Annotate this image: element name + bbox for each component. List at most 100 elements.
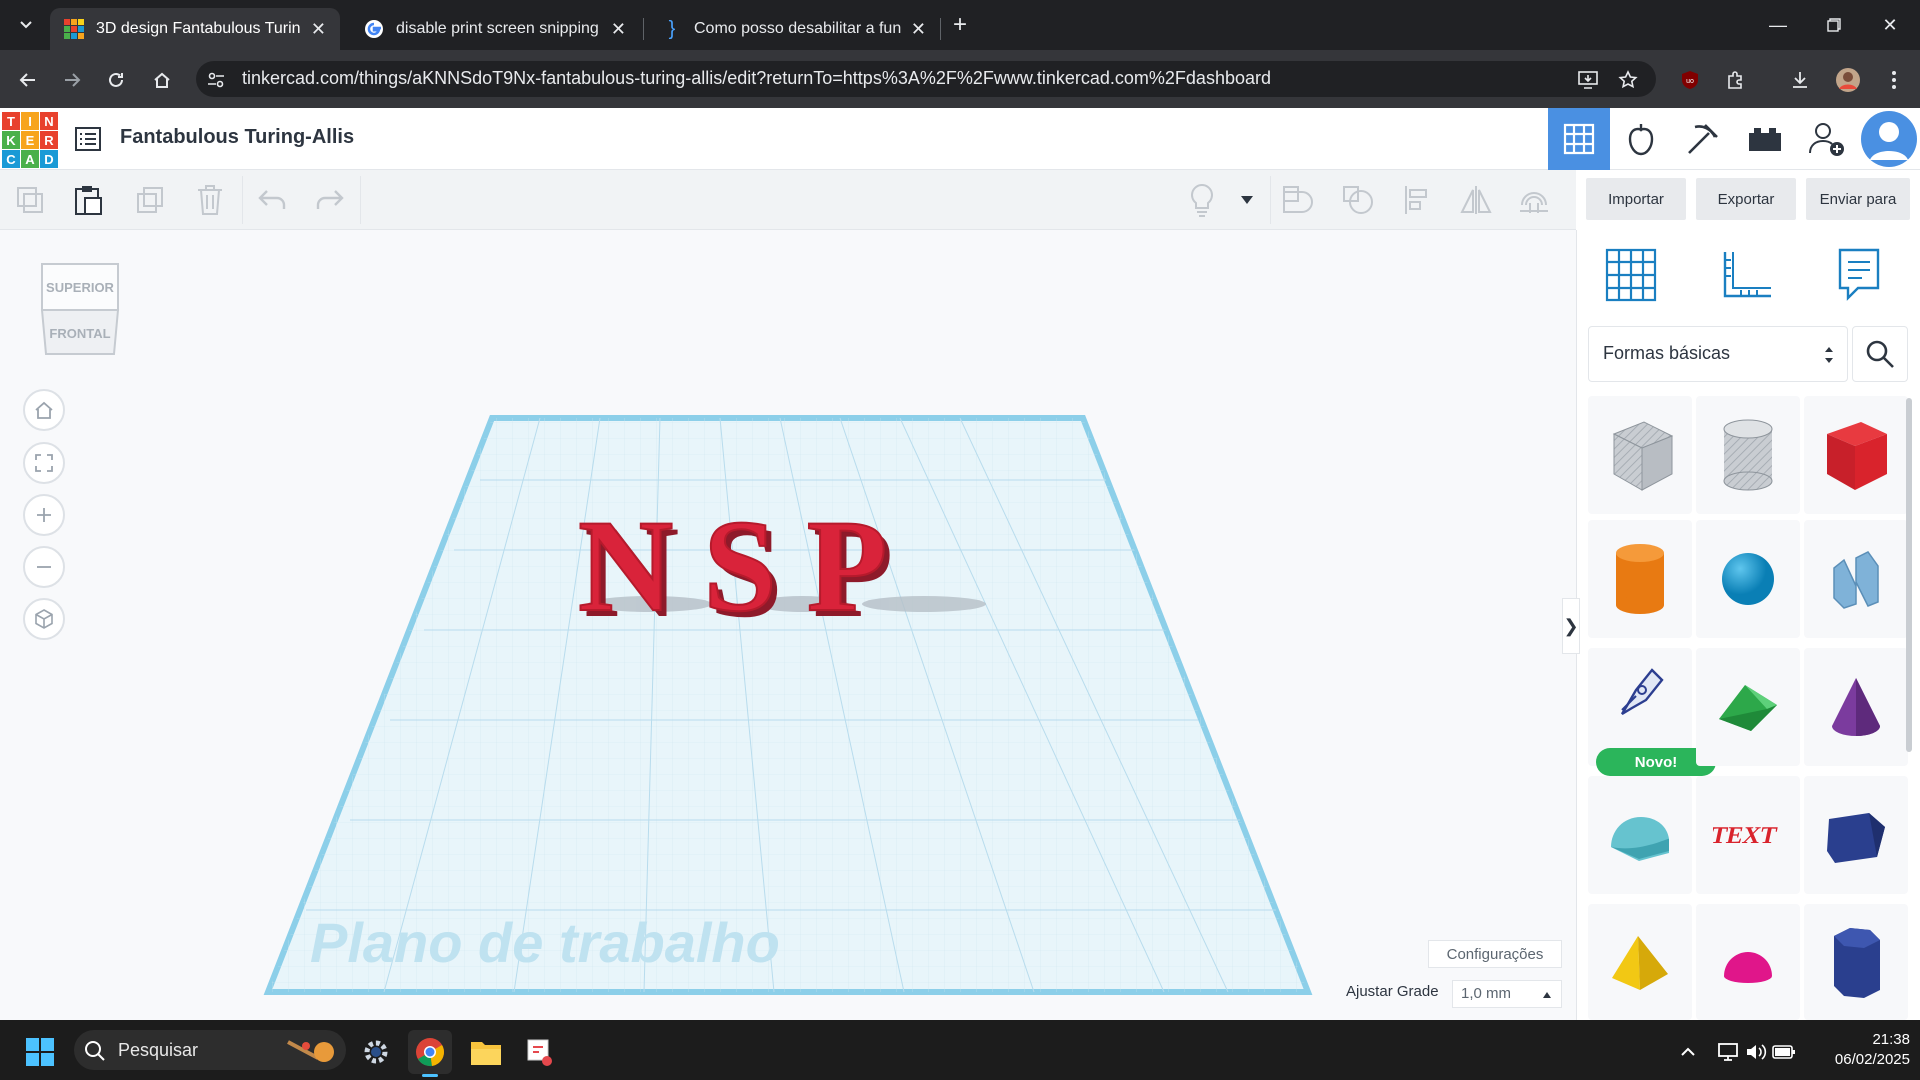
fit-view-button[interactable] — [23, 442, 65, 484]
minimize-button[interactable]: — — [1762, 10, 1794, 40]
shape-category-select[interactable]: Formas básicas — [1588, 326, 1848, 382]
paste-button[interactable] — [66, 178, 110, 222]
logo-letter: N — [40, 112, 58, 130]
arrow-left-icon — [19, 73, 35, 87]
align-button[interactable] — [1396, 178, 1440, 222]
taskbar-settings[interactable] — [354, 1030, 398, 1074]
undo-icon — [258, 190, 286, 209]
shape-pyramid[interactable] — [1588, 904, 1692, 1020]
shape-box-hole[interactable] — [1588, 396, 1692, 514]
send-to-button[interactable]: Enviar para — [1806, 178, 1910, 220]
workplane-toggle-button[interactable] — [1598, 242, 1664, 308]
browser-menu-button[interactable] — [1878, 64, 1910, 96]
invite-user-button[interactable] — [1796, 108, 1858, 170]
duplicate-button[interactable] — [128, 178, 172, 222]
shape-cylinder-hole[interactable] — [1696, 396, 1800, 514]
system-clock[interactable]: 21:38 06/02/2025 — [1810, 1030, 1910, 1070]
close-window-button[interactable]: ✕ — [1874, 10, 1906, 40]
back-button[interactable] — [12, 64, 44, 96]
profile-avatar[interactable] — [1832, 64, 1864, 96]
start-button[interactable] — [18, 1030, 62, 1074]
tab-search-button[interactable] — [10, 10, 42, 40]
nsp-3d-text[interactable]: NSP — [577, 491, 917, 640]
notes-light-button[interactable] — [1180, 178, 1224, 222]
toolbar-divider — [360, 176, 361, 224]
mirror-button[interactable] — [1454, 178, 1498, 222]
cruise-button[interactable] — [1512, 178, 1556, 222]
close-icon[interactable]: ✕ — [911, 19, 926, 40]
restore-button[interactable] — [1818, 10, 1850, 40]
close-icon[interactable]: ✕ — [611, 19, 626, 40]
shape-cylinder[interactable] — [1588, 520, 1692, 638]
extensions-button[interactable] — [1720, 64, 1752, 96]
perspective-toggle-button[interactable] — [23, 598, 65, 640]
blocks-button[interactable] — [1672, 108, 1734, 170]
downloads-button[interactable] — [1784, 64, 1816, 96]
lightbulb-icon — [1191, 183, 1213, 217]
3d-design-view-button[interactable] — [1548, 108, 1610, 170]
show-hidden-icons-button[interactable] — [1666, 1030, 1710, 1074]
panel-collapse-button[interactable]: ❯ — [1562, 598, 1580, 654]
forward-button[interactable] — [56, 64, 88, 96]
export-button[interactable]: Exportar — [1696, 178, 1796, 220]
new-tab-button[interactable]: + — [944, 10, 976, 40]
shape-cone[interactable] — [1804, 648, 1908, 766]
designs-list-button[interactable] — [72, 123, 104, 155]
undo-button[interactable] — [250, 178, 294, 222]
notes-button[interactable] — [1826, 242, 1892, 308]
user-avatar[interactable] — [1858, 108, 1920, 170]
group-button[interactable] — [1276, 178, 1320, 222]
site-info-button[interactable] — [200, 64, 232, 96]
reload-button[interactable] — [100, 64, 132, 96]
snap-grid-select[interactable]: 1,0 mm — [1452, 980, 1562, 1008]
workplane-canvas[interactable]: NSP NSP Plano de trabalho — [0, 230, 1576, 1020]
shape-scribble[interactable] — [1804, 520, 1908, 638]
shape-half-sphere[interactable] — [1696, 904, 1800, 1020]
zoom-out-button[interactable] — [23, 546, 65, 588]
delete-button[interactable] — [188, 178, 232, 222]
close-icon[interactable]: ✕ — [311, 19, 326, 40]
redo-button[interactable] — [308, 178, 352, 222]
taskbar-snipping-tool[interactable] — [518, 1030, 562, 1074]
logo-letter: K — [2, 131, 20, 149]
shape-half-cylinder[interactable] — [1588, 776, 1692, 894]
ungroup-button[interactable] — [1336, 178, 1380, 222]
import-button[interactable]: Importar — [1586, 178, 1686, 220]
bookmark-button[interactable] — [1612, 64, 1644, 96]
search-icon — [85, 1041, 105, 1061]
logo-letter: D — [40, 150, 58, 168]
shape-sphere[interactable] — [1696, 520, 1800, 638]
ublock-extension-button[interactable]: uo — [1674, 64, 1706, 96]
shape-text[interactable]: TEXT — [1696, 776, 1800, 894]
home-button[interactable] — [146, 64, 178, 96]
settings-button[interactable]: Configurações — [1428, 940, 1562, 968]
taskbar-chrome[interactable] — [408, 1030, 452, 1074]
zoom-in-button[interactable] — [23, 494, 65, 536]
browser-tab-microsoft[interactable]: } Como posso desabilitar a funcio ✕ — [648, 8, 940, 50]
taskbar-file-explorer[interactable] — [464, 1030, 508, 1074]
ruler-button[interactable] — [1714, 242, 1780, 308]
clock-time: 21:38 — [1872, 1031, 1910, 1048]
browser-tab-google[interactable]: disable print screen snipping to ✕ — [350, 8, 640, 50]
browser-tab-tinkercad[interactable]: 3D design Fantabulous Turing-A ✕ — [50, 8, 340, 50]
design-title[interactable]: Fantabulous Turing-Allis — [120, 126, 354, 149]
logo-letter: C — [2, 150, 20, 168]
shape-hexagonal-prism[interactable] — [1804, 904, 1908, 1020]
shape-search-button[interactable] — [1852, 326, 1908, 382]
shape-box[interactable] — [1804, 396, 1908, 514]
bricks-button[interactable] — [1734, 108, 1796, 170]
install-app-button[interactable] — [1572, 64, 1604, 96]
copy-button[interactable] — [8, 178, 52, 222]
shapes-scrollbar[interactable] — [1906, 398, 1912, 752]
light-dropdown-button[interactable] — [1224, 178, 1270, 222]
shape-roof[interactable] — [1696, 648, 1800, 766]
home-view-button[interactable] — [23, 389, 65, 431]
toolbar-divider — [1270, 176, 1271, 224]
shape-polygon[interactable] — [1804, 776, 1908, 894]
battery-button[interactable] — [1762, 1030, 1806, 1074]
view-cube[interactable]: SUPERIOR FRONTAL — [38, 260, 122, 358]
folder-icon — [471, 1042, 501, 1065]
sim-lab-button[interactable] — [1610, 108, 1672, 170]
url-text[interactable]: tinkercad.com/things/aKNNSdoT9Nx-fantabu… — [242, 68, 1271, 89]
tinkercad-logo[interactable]: T I N K E R C A D — [2, 112, 58, 168]
